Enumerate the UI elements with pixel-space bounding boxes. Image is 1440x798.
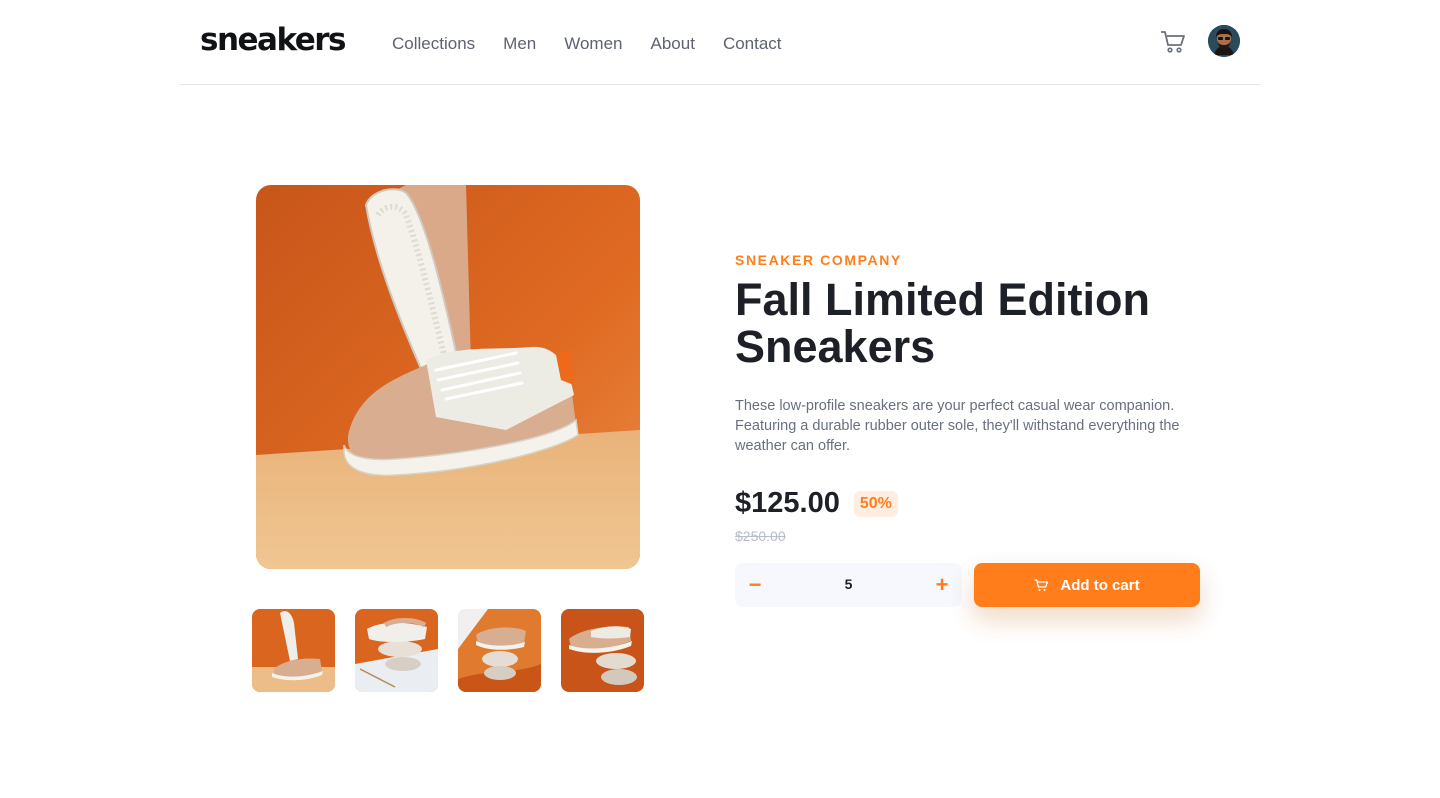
cart-icon[interactable] (1160, 30, 1186, 54)
minus-icon[interactable]: − (735, 563, 775, 607)
avatar[interactable] (1208, 25, 1240, 57)
quantity-stepper: − 5 + (735, 563, 962, 607)
thumbnail-4[interactable] (561, 609, 644, 692)
main-nav: Collections Men Women About Contact (392, 34, 810, 54)
nav-about[interactable]: About (651, 34, 695, 54)
product-description: These low-profile sneakers are your perf… (735, 398, 1180, 454)
main-product-image[interactable] (256, 185, 640, 569)
logo[interactable]: sneakers (200, 22, 347, 58)
add-to-cart-button[interactable]: Add to cart (974, 563, 1200, 607)
nav-women[interactable]: Women (564, 34, 622, 54)
original-price: $250.00 (735, 528, 786, 544)
site-header: sneakers Collections Men Women About Con… (180, 0, 1260, 85)
thumbnail-2[interactable] (355, 609, 438, 692)
cart-icon (1034, 578, 1049, 591)
add-to-cart-label: Add to cart (1060, 576, 1140, 594)
price-row: $125.00 50% (735, 487, 898, 520)
thumbnail-gallery (252, 609, 664, 692)
company-name: SNEAKER COMPANY (735, 252, 902, 268)
thumbnail-3[interactable] (458, 609, 541, 692)
product-title: Fall Limited Edition Sneakers (735, 274, 1150, 372)
quantity-value[interactable]: 5 (775, 576, 922, 592)
nav-men[interactable]: Men (503, 34, 536, 54)
nav-contact[interactable]: Contact (723, 34, 782, 54)
product-page: sneakers Collections Men Women About Con… (0, 0, 1440, 798)
product-info: SNEAKER COMPANY Fall Limited Edition Sne… (735, 252, 1205, 456)
current-price: $125.00 (735, 487, 840, 519)
discount-badge: 50% (853, 490, 898, 517)
nav-collections[interactable]: Collections (392, 34, 475, 54)
plus-icon[interactable]: + (922, 563, 962, 607)
thumbnail-1[interactable] (252, 609, 335, 692)
